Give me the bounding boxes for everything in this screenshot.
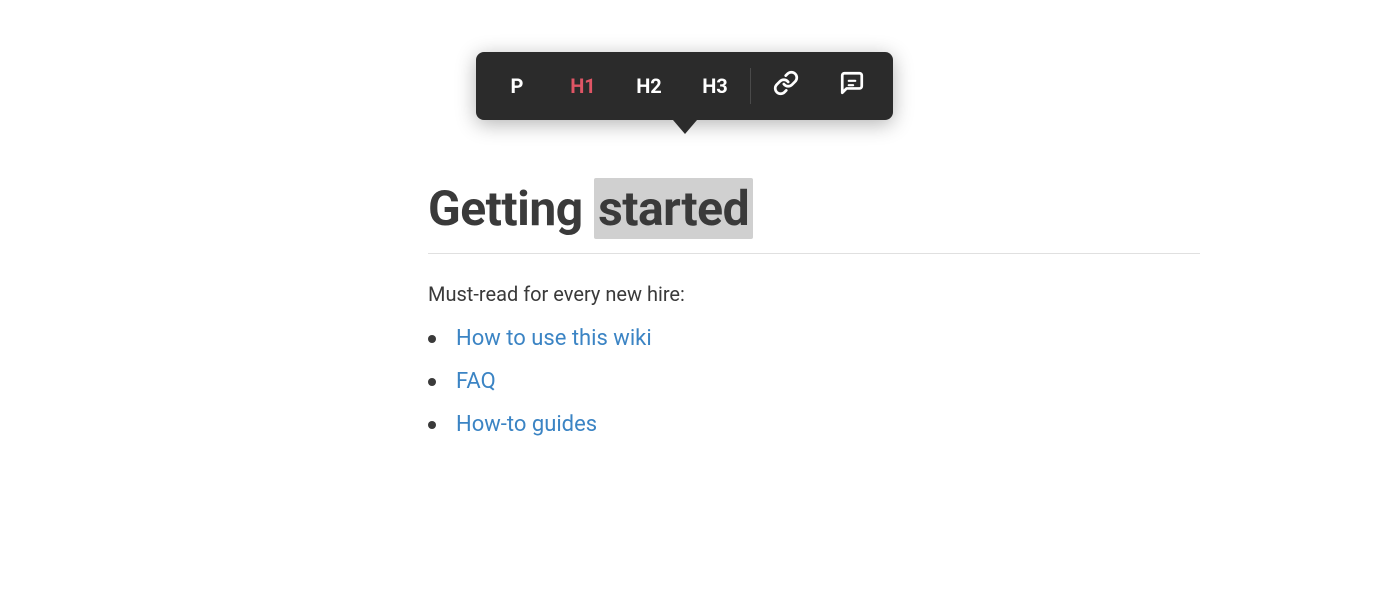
paragraph-button[interactable]: P <box>484 52 550 120</box>
how-to-wiki-link[interactable]: How to use this wiki <box>456 326 652 351</box>
bullet-icon <box>428 378 436 386</box>
link-button[interactable] <box>753 52 819 120</box>
h3-button[interactable]: H3 <box>682 52 748 120</box>
h1-button[interactable]: H1 <box>550 52 616 120</box>
h1-label: H1 <box>570 74 596 98</box>
paragraph-label: P <box>511 74 524 98</box>
bullet-icon <box>428 335 436 343</box>
h3-label: H3 <box>702 74 728 98</box>
toolbar-divider <box>750 68 751 104</box>
list-item: How to use this wiki <box>428 326 1200 351</box>
page-subtitle: Must-read for every new hire: <box>428 282 1200 306</box>
h2-label: H2 <box>636 74 662 98</box>
link-list: How to use this wiki FAQ How-to guides <box>428 326 1200 437</box>
list-item: FAQ <box>428 369 1200 394</box>
faq-link[interactable]: FAQ <box>456 369 496 394</box>
h2-button[interactable]: H2 <box>616 52 682 120</box>
page-heading: Getting started <box>428 180 1200 254</box>
formatting-toolbar: P H1 H2 H3 <box>476 52 893 120</box>
list-item: How-to guides <box>428 412 1200 437</box>
heading-text-part1: Getting <box>428 180 594 237</box>
page-content: P H1 H2 H3 <box>0 0 1400 600</box>
comment-icon <box>839 70 865 102</box>
heading-selected-word: started <box>594 178 753 239</box>
how-to-guides-link[interactable]: How-to guides <box>456 412 597 437</box>
link-icon <box>773 70 799 102</box>
bullet-icon <box>428 421 436 429</box>
main-content: Getting started Must-read for every new … <box>428 180 1200 455</box>
comment-button[interactable] <box>819 52 885 120</box>
